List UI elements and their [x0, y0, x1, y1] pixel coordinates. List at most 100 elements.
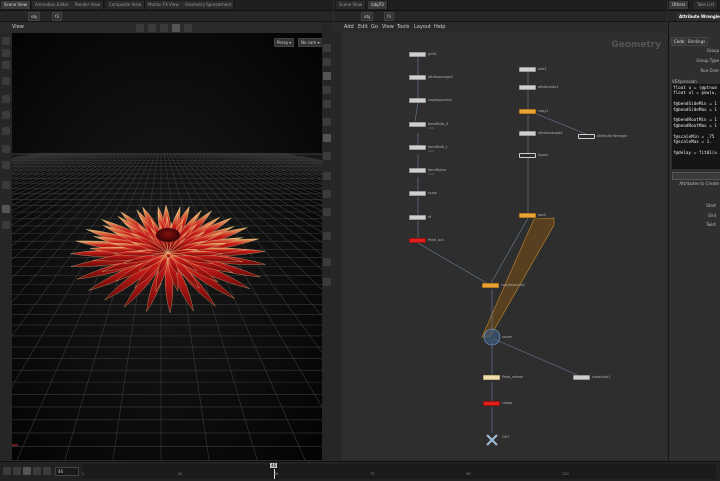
node-tile[interactable]: [483, 375, 500, 380]
menu-edit[interactable]: Edit: [358, 24, 368, 30]
node-tile[interactable]: [519, 109, 536, 114]
tab-others[interactable]: Others: [669, 1, 690, 9]
persp-icon[interactable]: [2, 221, 10, 229]
menu-tools[interactable]: Tools: [397, 24, 409, 30]
param-group-type-label: Group Type: [696, 58, 719, 63]
node-tile[interactable]: [519, 213, 536, 218]
step-forward-icon[interactable]: [43, 467, 51, 475]
grid-toggle-icon[interactable]: [323, 134, 331, 142]
node-tile[interactable]: [409, 168, 426, 173]
snap-tool-icon[interactable]: [2, 161, 10, 169]
tab-network[interactable]: /obj/f3: [368, 1, 388, 9]
pose-tool-icon[interactable]: [2, 111, 10, 119]
menu-layout[interactable]: Layout: [414, 24, 431, 30]
playhead: [274, 469, 275, 479]
points-icon[interactable]: [323, 86, 331, 94]
handle-tool-icon[interactable]: [2, 95, 10, 103]
scale-tool-icon[interactable]: [2, 77, 10, 85]
camera-icon[interactable]: [172, 24, 180, 32]
node-label: Attribute Wrangle: [597, 134, 628, 138]
node-sublabel: amt: [428, 172, 434, 176]
node-tile[interactable]: [409, 238, 426, 243]
display-icon[interactable]: [323, 152, 331, 160]
node-tile[interactable]: [482, 283, 499, 288]
tab-scene-view[interactable]: Scene View: [1, 1, 31, 9]
node-label: copy1: [538, 109, 549, 113]
step-back-icon[interactable]: [13, 467, 21, 475]
tab-take-list[interactable]: Take List: [694, 1, 719, 9]
rotate-tool-icon[interactable]: [2, 61, 10, 69]
stop-icon[interactable]: [23, 467, 31, 475]
node-label: subdivide1: [592, 375, 611, 379]
path-obj-2[interactable]: obj: [361, 12, 374, 21]
param-node-title: Attribute Wrangle: [676, 12, 720, 21]
shadow-icon[interactable]: [323, 258, 331, 266]
pick-icon[interactable]: [148, 24, 156, 32]
magnet-icon[interactable]: [2, 181, 10, 189]
backface-icon[interactable]: [323, 172, 331, 180]
persp-menu[interactable]: Persp ▾: [274, 38, 295, 47]
node-tile[interactable]: [409, 145, 426, 150]
menu-add[interactable]: Add: [344, 24, 354, 30]
node-tile[interactable]: [519, 153, 536, 158]
wire-icon[interactable]: [323, 44, 331, 52]
vex-code-editor[interactable]: float u = (@ptnum float ul = pow(u, f@bend…: [672, 84, 720, 169]
node-tile[interactable]: [409, 52, 426, 57]
background-icon[interactable]: [323, 278, 331, 286]
path-obj[interactable]: obj: [28, 12, 41, 21]
param-run-over-label: Run Over: [700, 68, 719, 73]
menu-go[interactable]: Go: [371, 24, 378, 30]
tab-animation-editor[interactable]: Animation Editor: [32, 1, 73, 9]
cam-menu[interactable]: No cam ▾: [298, 38, 323, 47]
brush-tool-icon[interactable]: [2, 145, 10, 153]
node-label: Petal_reform: [502, 375, 524, 379]
ghost-icon[interactable]: [323, 72, 331, 80]
view-tool-icon[interactable]: [2, 127, 10, 135]
play-icon[interactable]: [33, 467, 41, 475]
viewport[interactable]: Persp ▾ No cam ▾: [0, 33, 720, 461]
normals-icon[interactable]: [323, 100, 331, 108]
menu-help[interactable]: Help: [434, 24, 445, 30]
tab-geometry-spreadsheet[interactable]: Geometry Spreadsheet: [182, 1, 236, 9]
move-tool-icon[interactable]: [2, 49, 10, 57]
param-tab-bindings[interactable]: Bindings: [685, 37, 709, 46]
network-editor[interactable]: Geometry grid1 attribwrangle2 copytopoin…: [342, 33, 667, 460]
xray-icon[interactable]: [323, 232, 331, 240]
node-tile[interactable]: [519, 131, 536, 136]
playhead-marker[interactable]: 46: [270, 463, 278, 468]
node-tile[interactable]: [409, 191, 426, 196]
snap-icon[interactable]: [160, 24, 168, 32]
current-frame-field[interactable]: 46: [55, 467, 79, 476]
node-tile[interactable]: [578, 134, 595, 139]
right-tab-bar: Others Take List: [668, 0, 720, 11]
select-tool-icon[interactable]: [2, 37, 10, 45]
node-tile[interactable]: [409, 75, 426, 80]
attrib-create-field[interactable]: [672, 172, 720, 180]
menu-view[interactable]: View: [382, 24, 394, 30]
node-tile[interactable]: [573, 375, 590, 380]
node-tile[interactable]: [519, 67, 536, 72]
network-wires: [413, 53, 587, 446]
lights-icon[interactable]: [323, 118, 331, 126]
node-tile[interactable]: [409, 122, 426, 127]
render-region-icon[interactable]: [2, 205, 10, 213]
tab-render-view[interactable]: Render View: [72, 1, 105, 9]
tab-composite-view[interactable]: Composite View: [106, 1, 146, 9]
timeline-scrubber[interactable]: 1 24 48 72 96 120 46: [82, 463, 716, 479]
shade-icon[interactable]: [323, 58, 331, 66]
path-node-2[interactable]: f3: [384, 12, 394, 21]
node-tile[interactable]: [519, 85, 536, 90]
node-label: copytopoints1: [501, 283, 526, 287]
node-tile[interactable]: [409, 215, 426, 220]
node-tile[interactable]: [483, 401, 500, 406]
path-node[interactable]: f3: [52, 12, 62, 21]
tab-motion-fx-view[interactable]: Motion FX View: [145, 1, 183, 9]
select-icon[interactable]: [136, 24, 144, 32]
tab-scene-view-2[interactable]: Scene View: [336, 1, 366, 9]
light-icon[interactable]: [184, 24, 192, 32]
visualize-icon[interactable]: [323, 208, 331, 216]
go-start-icon[interactable]: [3, 467, 11, 475]
node-tile[interactable]: [409, 98, 426, 103]
code-line: f@scaleMax = 1.: [673, 140, 712, 146]
template-icon[interactable]: [323, 190, 331, 198]
